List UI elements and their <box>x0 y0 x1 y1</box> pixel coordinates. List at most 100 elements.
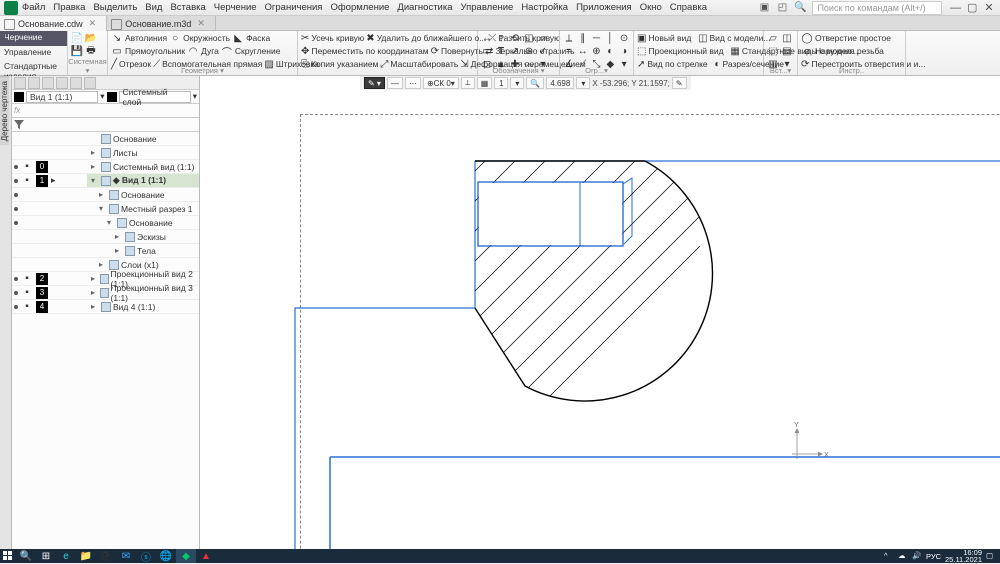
menu-help[interactable]: Справка <box>670 2 707 13</box>
close-button[interactable]: ✕ <box>982 1 996 14</box>
print-icon[interactable]: 🖶 <box>85 45 97 57</box>
lock-icon[interactable]: ▪ <box>21 287 33 299</box>
leader-icon[interactable]: ↗ <box>509 45 521 57</box>
tree-node[interactable]: Тела <box>137 246 156 256</box>
menu-view[interactable]: Вид <box>145 2 162 13</box>
delete-to-icon[interactable]: ✖ <box>366 32 374 44</box>
c7-icon[interactable]: ↔ <box>577 45 589 57</box>
c5-icon[interactable]: ⊙ <box>618 32 630 44</box>
dropdown-icon[interactable]: ▾ <box>193 91 197 102</box>
eye-icon[interactable] <box>14 179 18 183</box>
copy-icon[interactable]: ⎘ <box>301 58 309 70</box>
tray-lang[interactable]: РУС <box>926 552 941 561</box>
menu-constraints[interactable]: Ограничения <box>265 2 323 13</box>
tree-node[interactable]: Основание <box>129 218 173 228</box>
fx-row[interactable]: fx <box>12 104 199 118</box>
dim3-icon[interactable]: ⟲ <box>509 32 521 44</box>
rect-icon[interactable]: ▭ <box>111 45 123 57</box>
tool-style1[interactable]: — <box>387 77 403 89</box>
lock-icon[interactable]: ▪ <box>21 301 33 313</box>
c3-icon[interactable]: ─ <box>591 32 603 44</box>
expander-icon[interactable]: ▸ <box>115 246 123 255</box>
expander-icon[interactable]: ▸ <box>91 274 98 283</box>
fillet-icon[interactable]: ⌒ <box>221 45 233 57</box>
menu-insert[interactable]: Вставка <box>170 2 205 13</box>
ins1-icon[interactable]: ▱ <box>767 32 779 44</box>
search-button[interactable]: 🔍 <box>16 549 36 563</box>
new-icon[interactable]: 📄 <box>71 32 83 44</box>
tab-osnovanie-cdw[interactable]: Основание.cdw ✕ <box>0 16 107 31</box>
stdview-icon[interactable]: ▦ <box>730 45 739 57</box>
tool-style2[interactable]: ⋯ <box>405 77 421 89</box>
ortho-toggle[interactable]: ⟂ <box>461 77 475 89</box>
ins2-icon[interactable]: ◫ <box>781 32 793 44</box>
filter-row[interactable] <box>12 118 199 132</box>
note-icon[interactable]: ▭ <box>481 45 493 57</box>
menu-window[interactable]: Окно <box>640 2 662 13</box>
expander-icon[interactable]: ▸ <box>99 190 107 199</box>
expander-icon[interactable]: ▾ <box>99 204 107 213</box>
rotate-icon[interactable]: ⟳ <box>431 45 439 57</box>
close-icon[interactable]: ✕ <box>197 18 205 29</box>
projview-icon[interactable]: ⬚ <box>637 45 646 57</box>
drawing-canvas[interactable]: ✎ ▾ — ⋯ ⊕ СК 0 ▾ ⟂ ▦ 1 ▾ 🔍 4.698 ▾ X -53… <box>200 76 1000 549</box>
layout-icon-1[interactable]: ▣ <box>758 2 770 14</box>
arrowview-icon[interactable]: ➚ <box>637 58 645 70</box>
ribbon-tab-drawing[interactable]: Черчение <box>0 31 68 46</box>
tree-node[interactable]: Местный разрез 1 <box>121 204 192 214</box>
deform-icon[interactable]: ⇲ <box>460 58 468 70</box>
tab-osnovanie-m3d[interactable]: Основание.m3d ✕ <box>107 16 216 31</box>
tree-node[interactable]: Листы <box>113 148 138 158</box>
menu-settings[interactable]: Настройка <box>521 2 568 13</box>
step-value[interactable]: 1 <box>494 77 508 89</box>
eye-icon[interactable] <box>14 207 18 211</box>
menu-edit[interactable]: Правка <box>53 2 85 13</box>
tree-node[interactable]: Основание <box>113 134 157 144</box>
hole-icon[interactable]: ◯ <box>801 32 813 44</box>
tb-skype[interactable]: ⓢ <box>136 549 156 563</box>
tb-store[interactable]: 🛍 <box>96 549 116 563</box>
circle-icon[interactable]: ○ <box>169 32 181 44</box>
measure-tool[interactable]: ✎ <box>672 77 687 89</box>
save-icon[interactable]: 💾 <box>71 45 83 57</box>
tree-btn-5[interactable] <box>70 77 82 89</box>
arc-icon[interactable]: ◠ <box>187 45 199 57</box>
taskview-button[interactable]: ⊞ <box>36 549 56 563</box>
menu-select[interactable]: Выделить <box>93 2 137 13</box>
command-search[interactable]: Поиск по командам (Alt+/) <box>812 1 942 15</box>
expander-icon[interactable]: ▸ <box>99 260 107 269</box>
expander-icon[interactable]: ▸ <box>115 232 123 241</box>
menu-drawing[interactable]: Черчение <box>214 2 257 13</box>
c1-icon[interactable]: ⟂ <box>563 32 575 44</box>
tray-cloud-icon[interactable]: ☁ <box>898 551 908 561</box>
close-icon[interactable]: ✕ <box>89 18 97 29</box>
eye-icon[interactable] <box>14 305 18 309</box>
menu-apps[interactable]: Приложения <box>576 2 632 13</box>
layout-icon-2[interactable]: ◰ <box>776 2 788 14</box>
tree-tab[interactable]: Дерево чертежа <box>0 76 9 145</box>
tree-btn-1[interactable] <box>14 77 26 89</box>
tb-edge[interactable]: e <box>56 549 76 563</box>
sym-icon[interactable]: ⊕ <box>523 45 535 57</box>
grid-toggle[interactable]: ▦ <box>477 77 493 89</box>
c8-icon[interactable]: ⊕ <box>591 45 603 57</box>
section-icon[interactable]: ◐ <box>714 58 720 70</box>
minimize-button[interactable]: — <box>948 2 962 14</box>
menu-file[interactable]: Файл <box>22 2 45 13</box>
csys-select[interactable]: ⊕ СК 0 ▾ <box>423 77 459 89</box>
text-icon[interactable]: T <box>495 45 507 57</box>
newview-icon[interactable]: ▣ <box>637 32 646 44</box>
tree-node[interactable]: Эскизы <box>137 232 166 242</box>
tree-btn-6[interactable] <box>84 77 96 89</box>
zoom-dropdown[interactable]: ▾ <box>510 77 524 89</box>
ins4-icon[interactable]: ▤ <box>781 45 793 57</box>
tray-volume-icon[interactable]: 🔊 <box>912 551 922 561</box>
c9-icon[interactable]: ◐ <box>604 45 616 57</box>
eye-icon[interactable] <box>14 221 18 225</box>
dim4-icon[interactable]: ◫ <box>523 32 535 44</box>
tree-node[interactable]: Основание <box>121 190 165 200</box>
chamfer-icon[interactable]: ◣ <box>232 32 244 44</box>
expander-icon[interactable]: ▸ <box>91 148 99 157</box>
tb-mail[interactable]: ✉ <box>116 549 136 563</box>
view-select-right[interactable]: Системный слой <box>119 91 191 103</box>
